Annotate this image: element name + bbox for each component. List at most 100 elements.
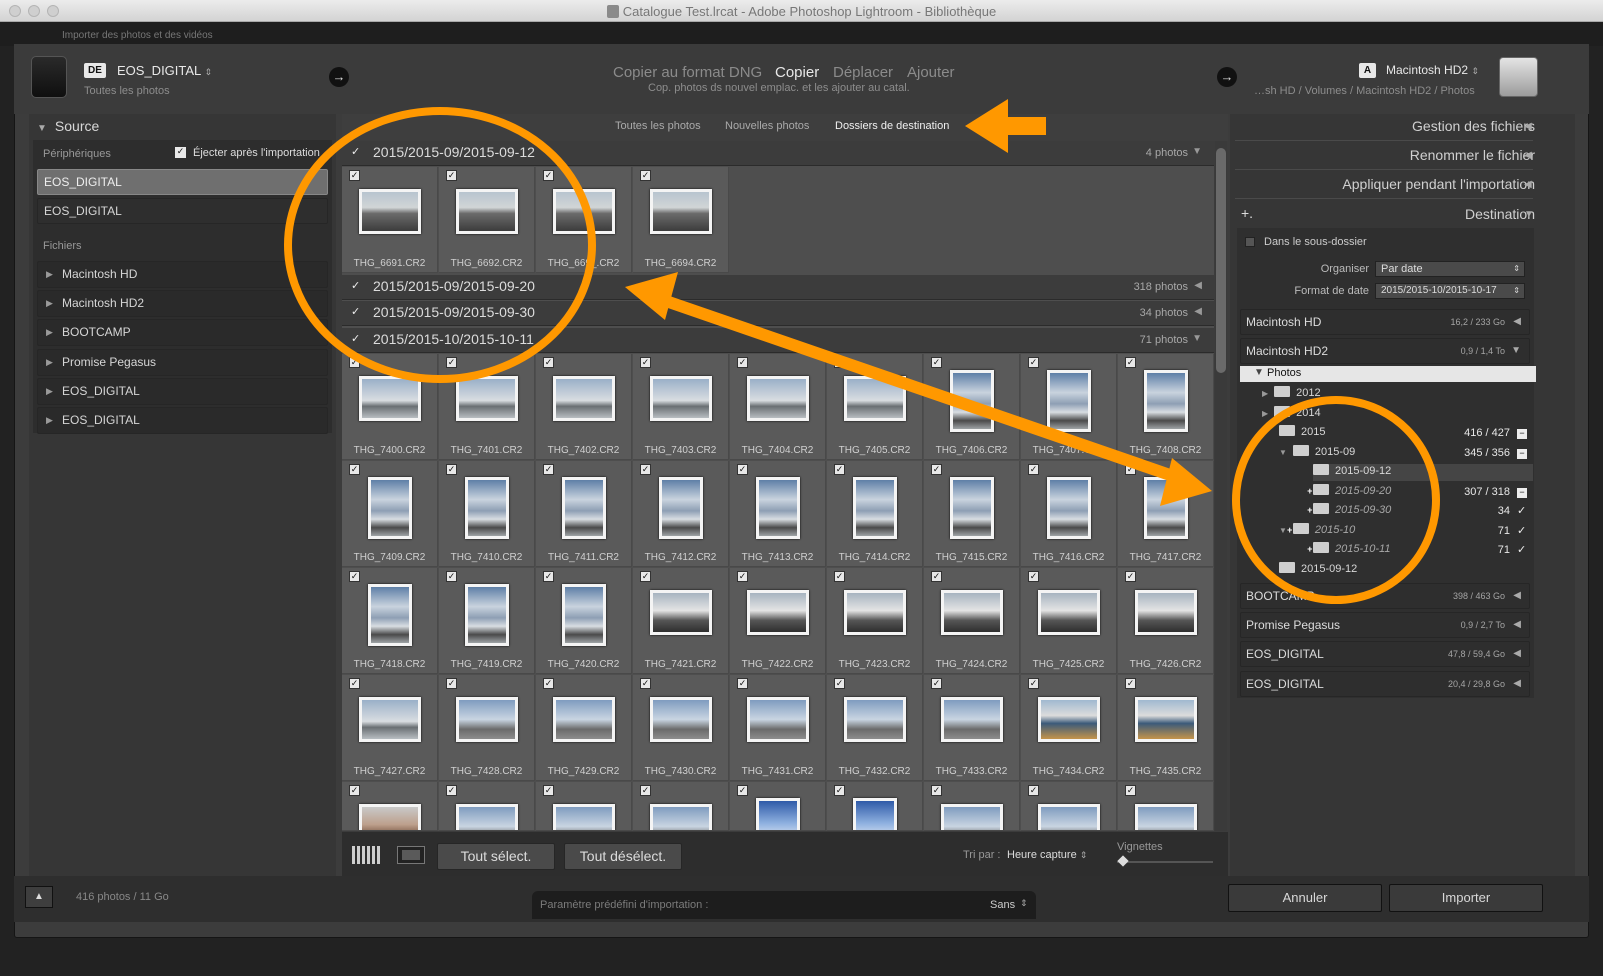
photo-thumbnail-cell[interactable]: ✓ THG_7407.CR2 (1021, 354, 1117, 460)
photo-checkbox[interactable]: ✓ (446, 357, 457, 368)
photo-checkbox[interactable]: ✓ (931, 785, 942, 796)
photo-checkbox[interactable]: ✓ (446, 678, 457, 689)
photo-checkbox[interactable]: ✓ (834, 464, 845, 475)
photo-thumbnail-cell[interactable]: ✓ THG_6692.CR2 (439, 167, 535, 273)
photo-checkbox[interactable]: ✓ (446, 464, 457, 475)
photo-checkbox[interactable]: ✓ (1125, 357, 1136, 368)
photo-thumbnail-cell[interactable]: ✓ THG_6691.CR2 (342, 167, 438, 273)
photo-thumbnail-cell[interactable]: ✓ THG_7425.CR2 (1021, 568, 1117, 674)
folder-checkbox[interactable]: ✓ (351, 146, 363, 158)
tree-folder-2015-09-20[interactable]: 2015-09-20 (1307, 484, 1391, 497)
folder-checkbox[interactable]: ✓ (351, 306, 363, 318)
tab-new-photos[interactable]: Nouvelles photos (725, 120, 809, 132)
folder-group-header[interactable]: ✓ 2015/2015-10/2015-10-11 71 photos ▼ (342, 328, 1214, 353)
photo-thumbnail-cell[interactable]: ✓ THG_7432.CR2 (827, 675, 923, 781)
photo-checkbox[interactable]: ✓ (349, 678, 360, 689)
photo-thumbnail-cell[interactable]: ✓ THG_7412.CR2 (633, 461, 729, 567)
photo-checkbox[interactable]: ✓ (737, 464, 748, 475)
folder-expanded-icon[interactable]: ▼ (1192, 333, 1202, 344)
sort-select[interactable]: Heure capture ⇕ (1007, 849, 1087, 861)
folder-collapsed-icon[interactable]: ◀ (1194, 280, 1202, 291)
photo-checkbox[interactable]: ✓ (931, 357, 942, 368)
photo-thumbnail-cell[interactable]: ✓ THG_7433.CR2 (924, 675, 1020, 781)
mode-copy-dng[interactable]: Copier au format DNG (613, 64, 762, 81)
tree-folder-2015[interactable]: 2015 (1279, 425, 1325, 438)
destination-volume[interactable]: Macintosh HD2 0,9 / 1,4 To ▼ (1240, 338, 1530, 364)
folder-checkbox[interactable]: ✓ (351, 333, 363, 345)
deselect-all-button[interactable]: Tout désélect. (564, 843, 682, 870)
folder-group-header[interactable]: ✓ 2015/2015-09/2015-09-20 318 photos ◀ (342, 275, 1214, 300)
destination-arrow-icon[interactable]: → (1217, 67, 1237, 87)
add-destination-icon[interactable]: +. (1241, 205, 1253, 221)
photo-checkbox[interactable]: ✓ (1028, 357, 1039, 368)
source-name[interactable]: EOS_DIGITAL ⇕ (117, 63, 212, 78)
tree-folder-2015-09[interactable]: ▼ 2015-09 (1279, 445, 1355, 458)
photo-thumbnail-cell[interactable]: ✓ (730, 782, 826, 831)
photo-thumbnail-cell[interactable]: ✓ THG_669_.CR2 (536, 167, 632, 273)
photo-thumbnail-cell[interactable]: ✓ THG_7426.CR2 (1118, 568, 1214, 674)
photo-thumbnail-cell[interactable]: ✓ THG_7417.CR2 (1118, 461, 1214, 567)
photo-checkbox[interactable]: ✓ (1028, 678, 1039, 689)
photo-thumbnail-cell[interactable]: ✓ THG_7415.CR2 (924, 461, 1020, 567)
photo-checkbox[interactable]: ✓ (640, 678, 651, 689)
source-arrow-icon[interactable]: → (329, 67, 349, 87)
photo-checkbox[interactable]: ✓ (349, 464, 360, 475)
photo-thumbnail-cell[interactable]: ✓ THG_7402.CR2 (536, 354, 632, 460)
destination-volume[interactable]: BOOTCAMP 398 / 463 Go ◀ (1240, 583, 1530, 609)
photo-checkbox[interactable]: ✓ (737, 357, 748, 368)
file-renaming-header[interactable]: Renommer le fichier (1410, 147, 1535, 163)
folder-checkbox[interactable]: ✓ (351, 280, 363, 292)
photo-checkbox[interactable]: ✓ (737, 785, 748, 796)
tab-destination-folders[interactable]: Dossiers de destination (835, 120, 949, 132)
collapse-up-icon[interactable]: ▲ (25, 886, 53, 908)
photo-checkbox[interactable]: ✓ (834, 571, 845, 582)
volume-item-promise-pegasus[interactable]: ▶ Promise Pegasus (37, 349, 328, 376)
photo-checkbox[interactable]: ✓ (446, 785, 457, 796)
photo-checkbox[interactable]: ✓ (543, 785, 554, 796)
photo-thumbnail-cell[interactable]: ✓ THG_7414.CR2 (827, 461, 923, 567)
photo-thumbnail-cell[interactable]: ✓ THG_7411.CR2 (536, 461, 632, 567)
photo-thumbnail-cell[interactable]: ✓ THG_7413.CR2 (730, 461, 826, 567)
photo-checkbox[interactable]: ✓ (640, 464, 651, 475)
photo-checkbox[interactable]: ✓ (446, 170, 457, 181)
checked-icon[interactable]: ✓ (1517, 504, 1526, 517)
destination-name[interactable]: Macintosh HD2 ⇕ (1386, 63, 1479, 77)
photo-thumbnail-cell[interactable]: ✓ (633, 782, 729, 831)
thumbnail-size-slider[interactable] (1117, 861, 1213, 863)
photo-checkbox[interactable]: ✓ (931, 464, 942, 475)
grid-view-icon[interactable] (352, 846, 380, 864)
tree-folder-2015-09-12-root[interactable]: 2015-09-12 (1279, 562, 1357, 575)
photo-checkbox[interactable]: ✓ (543, 464, 554, 475)
photo-thumbnail-cell[interactable]: ✓ (924, 782, 1020, 831)
photo-thumbnail-cell[interactable]: ✓ (439, 782, 535, 831)
photo-checkbox[interactable]: ✓ (737, 571, 748, 582)
volume-item-macintosh-hd2[interactable]: ▶ Macintosh HD2 (37, 290, 328, 317)
photo-checkbox[interactable]: ✓ (834, 785, 845, 796)
folder-group-header[interactable]: ✓ 2015/2015-09/2015-09-12 4 photos ▼ (342, 141, 1214, 166)
mode-move[interactable]: Déplacer (833, 64, 893, 81)
photo-checkbox[interactable]: ✓ (543, 571, 554, 582)
photo-checkbox[interactable]: ✓ (446, 571, 457, 582)
subfolder-checkbox[interactable] (1245, 237, 1255, 247)
photo-thumbnail-cell[interactable]: ✓ THG_7423.CR2 (827, 568, 923, 674)
photo-checkbox[interactable]: ✓ (1125, 678, 1136, 689)
tree-folder-2015-09-30[interactable]: 2015-09-30 (1307, 503, 1391, 516)
photo-thumbnail-cell[interactable]: ✓ THG_7434.CR2 (1021, 675, 1117, 781)
cancel-button[interactable]: Annuler (1228, 884, 1382, 912)
destination-volume[interactable]: Macintosh HD 16,2 / 233 Go ◀ (1240, 309, 1530, 335)
folder-collapsed-icon[interactable]: ◀ (1194, 306, 1202, 317)
photo-checkbox[interactable]: ✓ (640, 785, 651, 796)
photos-folder-row[interactable]: ▼ Photos (1240, 366, 1536, 382)
photo-checkbox[interactable]: ✓ (543, 170, 554, 181)
photo-thumbnail-cell[interactable]: ✓ THG_7416.CR2 (1021, 461, 1117, 567)
photo-checkbox[interactable]: ✓ (349, 170, 360, 181)
source-panel-header[interactable]: ▼ Source (37, 118, 99, 134)
organize-select[interactable]: Par date ⇕ (1375, 261, 1525, 277)
photo-checkbox[interactable]: ✓ (640, 170, 651, 181)
mode-copy[interactable]: Copier (775, 64, 819, 81)
volume-item-macintosh-hd[interactable]: ▶ Macintosh HD (37, 261, 328, 288)
photo-thumbnail-cell[interactable]: ✓ THG_7421.CR2 (633, 568, 729, 674)
photo-checkbox[interactable]: ✓ (640, 571, 651, 582)
photo-thumbnail-cell[interactable]: ✓ THG_7435.CR2 (1118, 675, 1214, 781)
memory-card-icon[interactable] (31, 56, 67, 98)
